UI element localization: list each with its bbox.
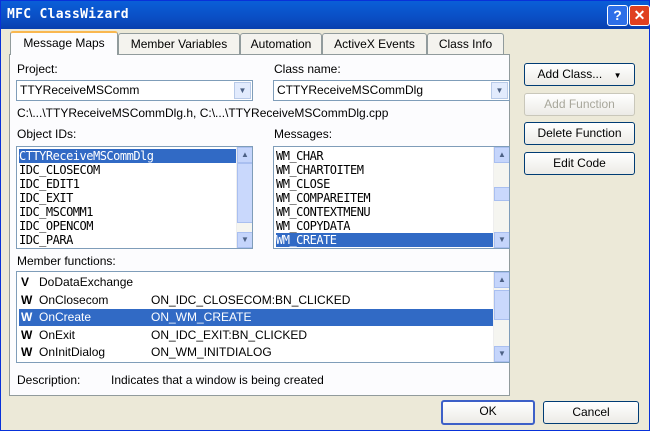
function-type-icon: W xyxy=(21,345,33,359)
scroll-down-icon[interactable]: ▼ xyxy=(494,232,509,248)
message-item[interactable]: WM_CONTEXTMENU xyxy=(276,205,494,219)
scroll-thumb[interactable] xyxy=(237,163,252,223)
add-class-button[interactable]: Add Class... ▼ xyxy=(524,63,635,86)
project-label: Project: xyxy=(17,62,58,76)
tab-activex-events[interactable]: ActiveX Events xyxy=(322,33,427,55)
message-item[interactable]: WM_CLOSE xyxy=(276,177,494,191)
member-function-row[interactable]: W OnCreate ON_WM_CREATE xyxy=(19,309,493,326)
function-name: OnExit xyxy=(39,327,76,342)
dropdown-arrow-icon: ▼ xyxy=(613,71,622,80)
object-ids-label: Object IDs: xyxy=(17,127,77,141)
object-id-item[interactable]: IDC_PARA xyxy=(19,233,237,247)
object-id-item[interactable]: IDC_OPENCOM xyxy=(19,219,237,233)
function-handler: ON_IDC_CLOSECOM:BN_CLICKED xyxy=(151,292,351,307)
cancel-button[interactable]: Cancel xyxy=(543,401,639,424)
member-functions-scrollbar[interactable]: ▲ ▼ xyxy=(493,272,509,362)
message-item[interactable]: WM_CREATE xyxy=(276,233,494,247)
window-title: MFC ClassWizard xyxy=(7,7,129,22)
scroll-up-icon[interactable]: ▲ xyxy=(237,147,252,163)
member-functions-label: Member functions: xyxy=(17,254,116,268)
scroll-thumb[interactable] xyxy=(494,187,509,201)
object-id-item[interactable]: IDC_MSCOMM1 xyxy=(19,205,237,219)
function-name: OnCreate xyxy=(39,310,92,324)
tab-class-info[interactable]: Class Info xyxy=(427,33,504,55)
close-button[interactable]: ✕ xyxy=(629,5,650,26)
function-handler: ON_WM_CREATE xyxy=(151,310,252,324)
delete-function-button[interactable]: Delete Function xyxy=(524,122,635,145)
function-name: OnClosecom xyxy=(39,292,109,307)
class-wizard-window: MFC ClassWizard ? ✕ Message Maps Member … xyxy=(0,0,650,431)
member-functions-list[interactable]: V DoDataExchange W OnClosecom ON_IDC_CLOSECO… xyxy=(16,271,510,363)
message-item[interactable]: WM_COMPAREITEM xyxy=(276,191,494,205)
scroll-up-icon[interactable]: ▲ xyxy=(494,147,509,163)
tab-message-maps[interactable]: Message Maps xyxy=(10,31,118,55)
object-ids-scrollbar[interactable]: ▲ ▼ xyxy=(236,147,252,248)
function-handler: ON_IDC_EXIT:BN_CLICKED xyxy=(151,327,308,342)
object-ids-list[interactable]: CTTYReceiveMSCommDlg IDC_CLOSECOM IDC_EDIT… xyxy=(16,146,253,249)
class-name-value: CTTYReceiveMSCommDlg xyxy=(277,83,424,97)
member-function-row[interactable]: W OnInitDialog ON_WM_INITDIALOG xyxy=(19,344,493,361)
scroll-thumb[interactable] xyxy=(494,290,509,320)
member-function-row[interactable]: W OnExit ON_IDC_EXIT:BN_CLICKED xyxy=(19,327,493,344)
description-label: Description: xyxy=(17,373,81,387)
help-button[interactable]: ? xyxy=(607,5,628,26)
object-id-item[interactable]: IDC_EDIT1 xyxy=(19,177,237,191)
function-type-icon: W xyxy=(21,310,33,324)
description-text: Indicates that a window is being created xyxy=(111,373,324,387)
object-id-item[interactable]: IDC_CLOSECOM xyxy=(19,163,237,177)
add-function-button[interactable]: Add Function xyxy=(524,93,635,116)
title-bar[interactable]: MFC ClassWizard ? ✕ xyxy=(1,1,650,29)
message-item[interactable]: WM_CHAR xyxy=(276,149,494,163)
tab-member-variables[interactable]: Member Variables xyxy=(118,33,240,55)
add-class-label: Add Class... xyxy=(537,67,603,81)
object-id-item[interactable]: CTTYReceiveMSCommDlg xyxy=(19,149,237,163)
function-name: DoDataExchange xyxy=(39,275,134,289)
chevron-down-icon[interactable]: ▼ xyxy=(234,82,251,99)
scroll-down-icon[interactable]: ▼ xyxy=(494,346,509,362)
class-name-combo[interactable]: CTTYReceiveMSCommDlg ▼ xyxy=(273,80,510,101)
scroll-down-icon[interactable]: ▼ xyxy=(237,232,252,248)
function-name: OnInitDialog xyxy=(39,345,106,359)
member-function-row[interactable]: V DoDataExchange xyxy=(19,274,493,291)
scroll-up-icon[interactable]: ▲ xyxy=(494,272,509,288)
chevron-down-icon[interactable]: ▼ xyxy=(491,82,508,99)
project-combo[interactable]: TTYReceiveMSComm ▼ xyxy=(16,80,253,101)
class-name-label: Class name: xyxy=(274,62,341,76)
tab-automation[interactable]: Automation xyxy=(240,33,322,55)
function-type-icon: V xyxy=(21,275,30,289)
messages-scrollbar[interactable]: ▲ ▼ xyxy=(493,147,509,248)
function-type-icon: W xyxy=(21,292,33,307)
project-value: TTYReceiveMSComm xyxy=(20,83,140,97)
object-id-item[interactable]: IDC_EXIT xyxy=(19,191,237,205)
messages-label: Messages: xyxy=(274,127,333,141)
function-type-icon: W xyxy=(21,327,33,342)
message-item[interactable]: WM_COPYDATA xyxy=(276,219,494,233)
messages-list[interactable]: WM_CHAR WM_CHARTOITEM WM_CLOSE WM_COMPAREIT… xyxy=(273,146,510,249)
message-item[interactable]: WM_CHARTOITEM xyxy=(276,163,494,177)
file-paths: C:\...\TTYReceiveMSCommDlg.h, C:\...\TTY… xyxy=(17,106,389,120)
ok-button[interactable]: OK xyxy=(441,400,535,425)
member-function-row[interactable]: W OnClosecom ON_IDC_CLOSECOM:BN_CLICKED xyxy=(19,292,493,309)
edit-code-button[interactable]: Edit Code xyxy=(524,152,635,175)
function-handler: ON_WM_INITDIALOG xyxy=(151,345,272,359)
